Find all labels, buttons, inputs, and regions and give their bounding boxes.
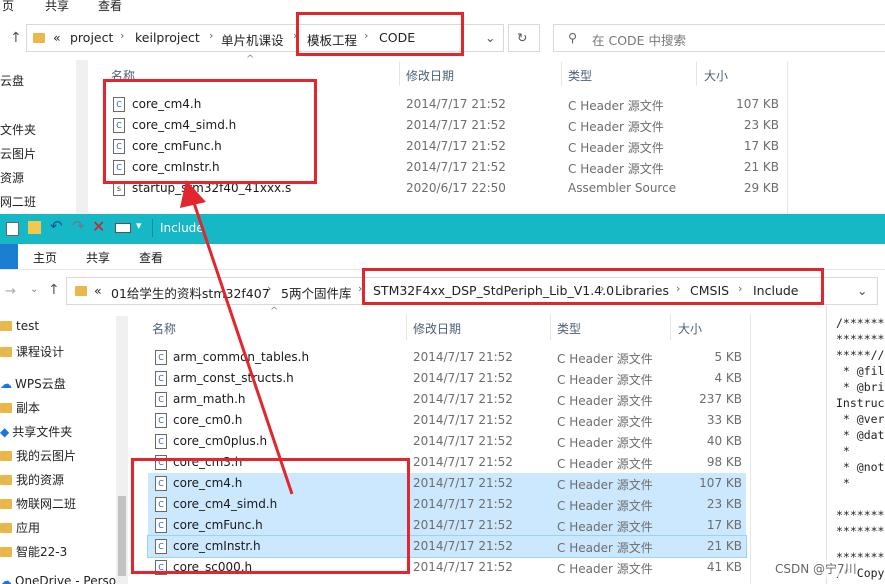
annotation-arrow: [180, 180, 294, 495]
arrow-head-icon: [180, 180, 206, 208]
arrow-line: [191, 199, 294, 495]
